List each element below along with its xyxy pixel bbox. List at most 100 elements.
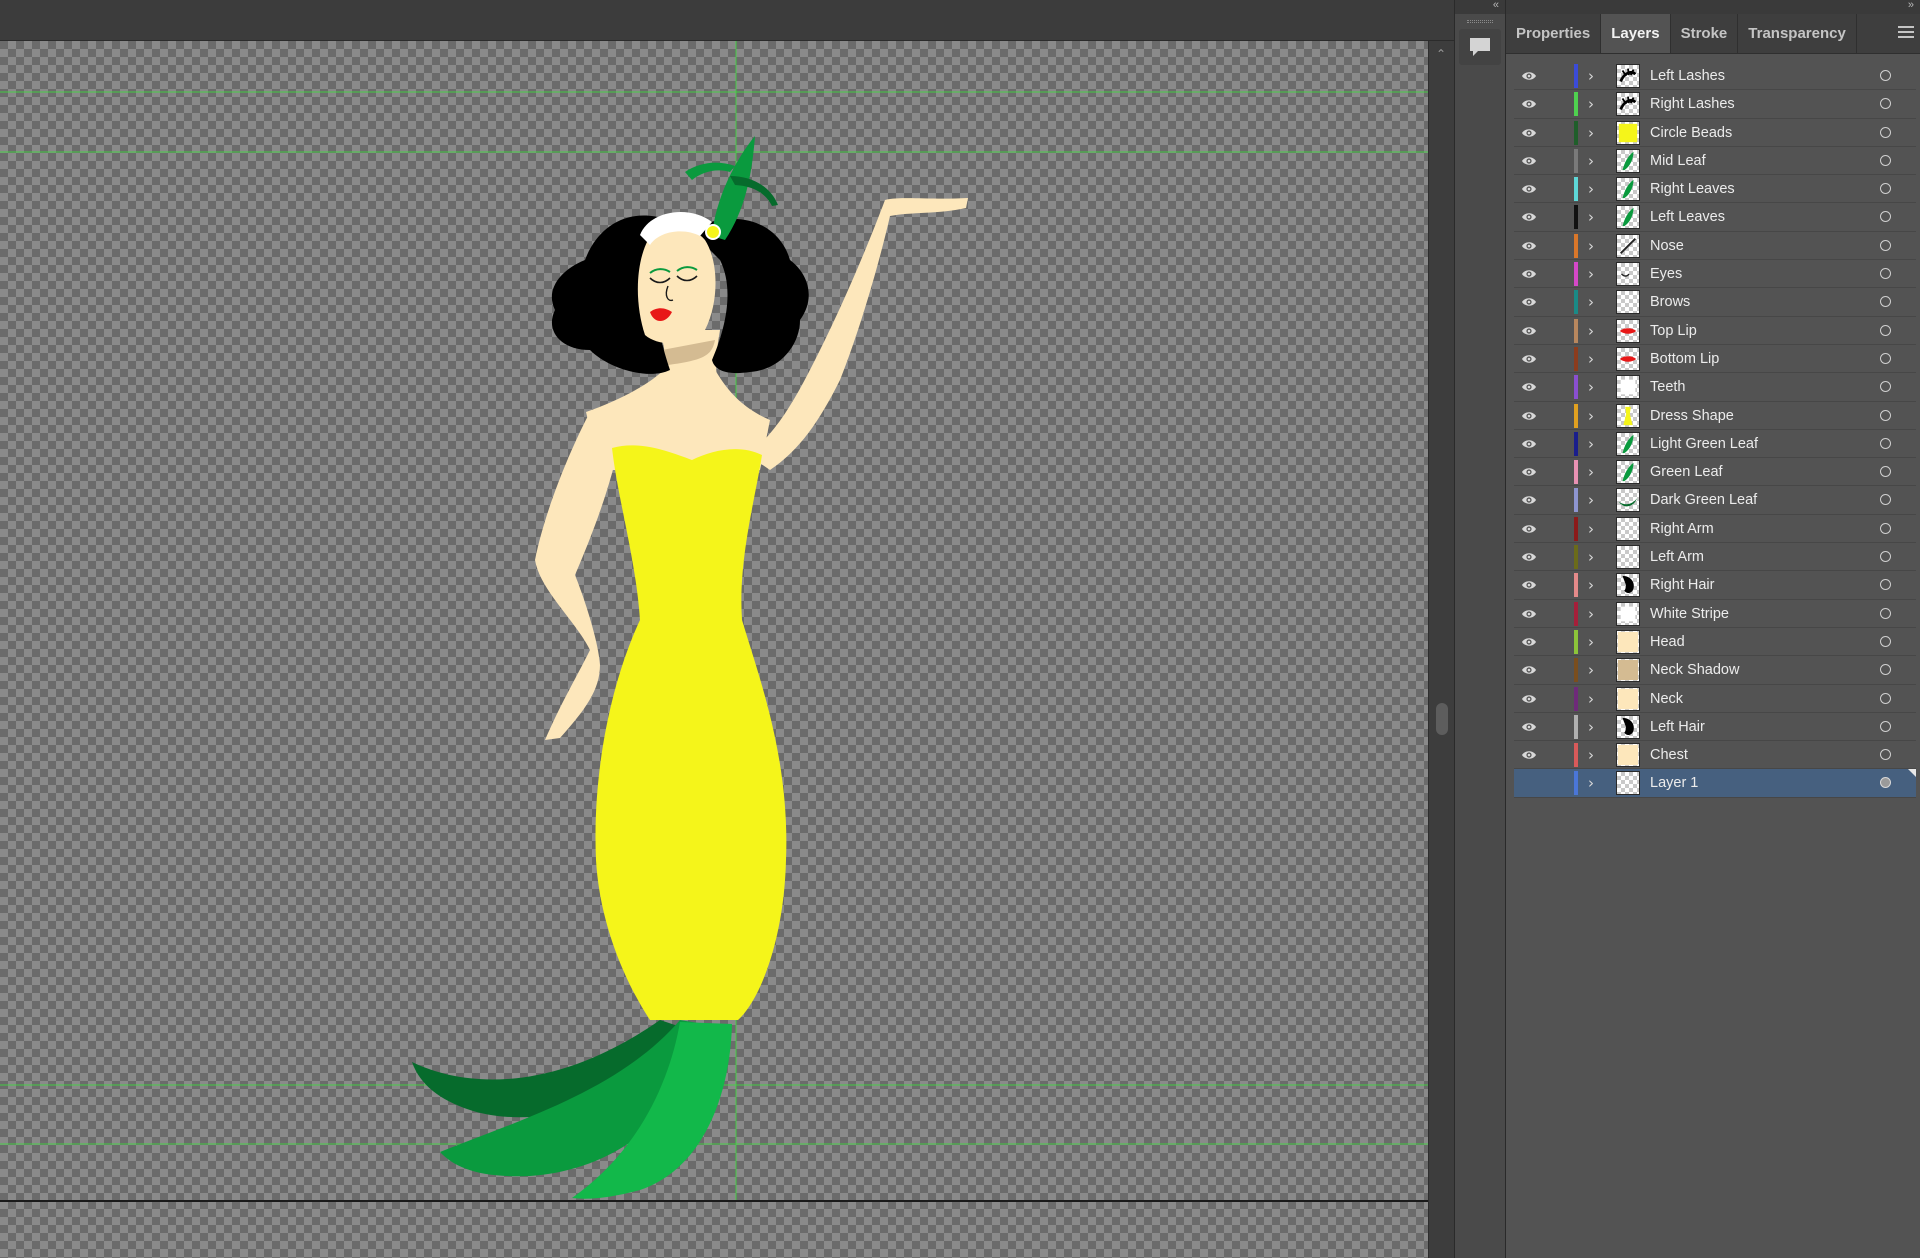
target-circle-icon[interactable] [1880, 211, 1891, 223]
target-circle-icon[interactable] [1880, 409, 1891, 421]
layer-row[interactable]: › Left Arm [1514, 543, 1916, 572]
target-circle-icon[interactable] [1880, 296, 1891, 308]
layer-row[interactable]: › Neck Shadow [1514, 656, 1916, 685]
target-circle-icon[interactable] [1880, 437, 1891, 449]
target-circle-icon[interactable] [1880, 154, 1891, 166]
layer-name[interactable]: Neck Shadow [1650, 662, 1739, 678]
layer-name[interactable]: Circle Beads [1650, 125, 1732, 141]
layer-row[interactable]: › White Stripe [1514, 599, 1916, 628]
target-circle-icon[interactable] [1880, 777, 1891, 789]
layer-name[interactable]: Bottom Lip [1650, 351, 1719, 367]
scroll-up-icon[interactable]: ⌃ [1436, 47, 1446, 61]
hamburger-menu-icon[interactable] [1898, 26, 1914, 41]
visibility-eye-icon[interactable] [1521, 97, 1537, 111]
target-circle-icon[interactable] [1880, 70, 1891, 81]
visibility-eye-icon[interactable] [1521, 635, 1537, 649]
expand-chevron-icon[interactable]: › [1588, 463, 1594, 481]
layer-row[interactable]: › Dress Shape [1514, 401, 1916, 430]
visibility-eye-icon[interactable] [1521, 720, 1537, 734]
tab-layers[interactable]: Layers [1601, 14, 1671, 53]
illustration[interactable] [0, 41, 1428, 1258]
visibility-eye-icon[interactable] [1521, 352, 1537, 366]
expand-chevron-icon[interactable]: › [1588, 520, 1594, 538]
visibility-eye-icon[interactable] [1521, 522, 1537, 536]
layer-name[interactable]: Left Hair [1650, 719, 1705, 735]
layer-name[interactable]: Right Lashes [1650, 96, 1735, 112]
target-circle-icon[interactable] [1880, 522, 1891, 534]
visibility-eye-icon[interactable] [1521, 324, 1537, 338]
tab-stroke[interactable]: Stroke [1671, 14, 1739, 53]
target-circle-icon[interactable] [1880, 607, 1891, 619]
layer-row[interactable]: › Eyes [1514, 260, 1916, 289]
target-circle-icon[interactable] [1880, 98, 1891, 110]
layer-row[interactable]: › Top Lip [1514, 316, 1916, 345]
layer-row[interactable]: › Head [1514, 627, 1916, 657]
visibility-eye-icon[interactable] [1521, 126, 1537, 140]
layer-row[interactable]: › Dark Green Leaf [1514, 486, 1916, 515]
visibility-eye-icon[interactable] [1521, 210, 1537, 224]
target-circle-icon[interactable] [1880, 551, 1891, 563]
visibility-eye-icon[interactable] [1521, 550, 1537, 564]
expand-chevron-icon[interactable]: › [1588, 180, 1594, 198]
layer-row[interactable]: › Teeth [1514, 373, 1916, 402]
layer-name[interactable]: Top Lip [1650, 323, 1697, 339]
layer-row[interactable]: › Brows [1514, 288, 1916, 317]
layer-row[interactable]: › Left Lashes [1514, 62, 1916, 91]
layer-row[interactable]: › Bottom Lip [1514, 344, 1916, 374]
expand-chevron-icon[interactable]: › [1588, 152, 1594, 170]
visibility-eye-icon[interactable] [1521, 409, 1537, 423]
target-circle-icon[interactable] [1880, 720, 1891, 732]
layer-name[interactable]: Neck [1650, 691, 1683, 707]
layer-row[interactable]: › Chest [1514, 741, 1916, 770]
target-circle-icon[interactable] [1880, 466, 1891, 478]
layer-name[interactable]: Head [1650, 634, 1685, 650]
layer-row[interactable]: › Light Green Leaf [1514, 429, 1916, 459]
target-circle-icon[interactable] [1880, 381, 1891, 393]
layer-row[interactable]: › Mid Leaf [1514, 146, 1916, 176]
visibility-eye-icon[interactable] [1521, 663, 1537, 677]
expand-chevron-icon[interactable]: › [1588, 124, 1594, 142]
expand-chevron-icon[interactable]: › [1588, 67, 1594, 85]
layer-row[interactable]: › Right Arm [1514, 514, 1916, 544]
expand-chevron-icon[interactable]: › [1588, 548, 1594, 566]
layer-name[interactable]: Light Green Leaf [1650, 436, 1758, 452]
scroll-thumb[interactable] [1436, 703, 1448, 735]
target-circle-icon[interactable] [1880, 749, 1891, 761]
layer-name[interactable]: Left Arm [1650, 549, 1704, 565]
visibility-eye-icon[interactable] [1521, 493, 1537, 507]
target-circle-icon[interactable] [1880, 126, 1891, 138]
target-circle-icon[interactable] [1880, 494, 1891, 506]
layer-row[interactable]: › Nose [1514, 231, 1916, 261]
visibility-eye-icon[interactable] [1521, 380, 1537, 394]
target-circle-icon[interactable] [1880, 664, 1891, 676]
layer-row[interactable]: › Right Lashes [1514, 90, 1916, 119]
layer-row[interactable]: › Green Leaf [1514, 458, 1916, 487]
expand-chevron-icon[interactable]: › [1588, 435, 1594, 453]
layer-name[interactable]: Dark Green Leaf [1650, 492, 1757, 508]
visibility-eye-icon[interactable] [1521, 748, 1537, 762]
dock-grip[interactable] [1467, 20, 1493, 23]
expand-chevron-icon[interactable]: › [1588, 774, 1594, 792]
expand-chevron-icon[interactable]: › [1588, 576, 1594, 594]
layer-name[interactable]: Left Leaves [1650, 209, 1725, 225]
layer-name[interactable]: Teeth [1650, 379, 1685, 395]
tab-transparency[interactable]: Transparency [1738, 14, 1857, 53]
expand-chevron-icon[interactable]: › [1588, 605, 1594, 623]
layer-row[interactable]: › Circle Beads [1514, 118, 1916, 147]
target-circle-icon[interactable] [1880, 324, 1891, 336]
target-circle-icon[interactable] [1880, 635, 1891, 647]
expand-chevron-icon[interactable]: › [1588, 690, 1594, 708]
layer-name[interactable]: White Stripe [1650, 606, 1729, 622]
expand-chevron-icon[interactable]: › [1588, 746, 1594, 764]
comments-button[interactable] [1459, 29, 1501, 65]
expand-chevron-icon[interactable]: › [1588, 661, 1594, 679]
expand-chevron-icon[interactable]: › [1588, 378, 1594, 396]
visibility-eye-icon[interactable] [1521, 437, 1537, 451]
layer-name[interactable]: Right Arm [1650, 521, 1714, 537]
expand-chevron-icon[interactable]: › [1588, 322, 1594, 340]
target-circle-icon[interactable] [1880, 579, 1891, 591]
visibility-eye-icon[interactable] [1521, 465, 1537, 479]
target-circle-icon[interactable] [1880, 183, 1891, 195]
layer-name[interactable]: Chest [1650, 747, 1688, 763]
expand-chevron-icon[interactable]: › [1588, 237, 1594, 255]
